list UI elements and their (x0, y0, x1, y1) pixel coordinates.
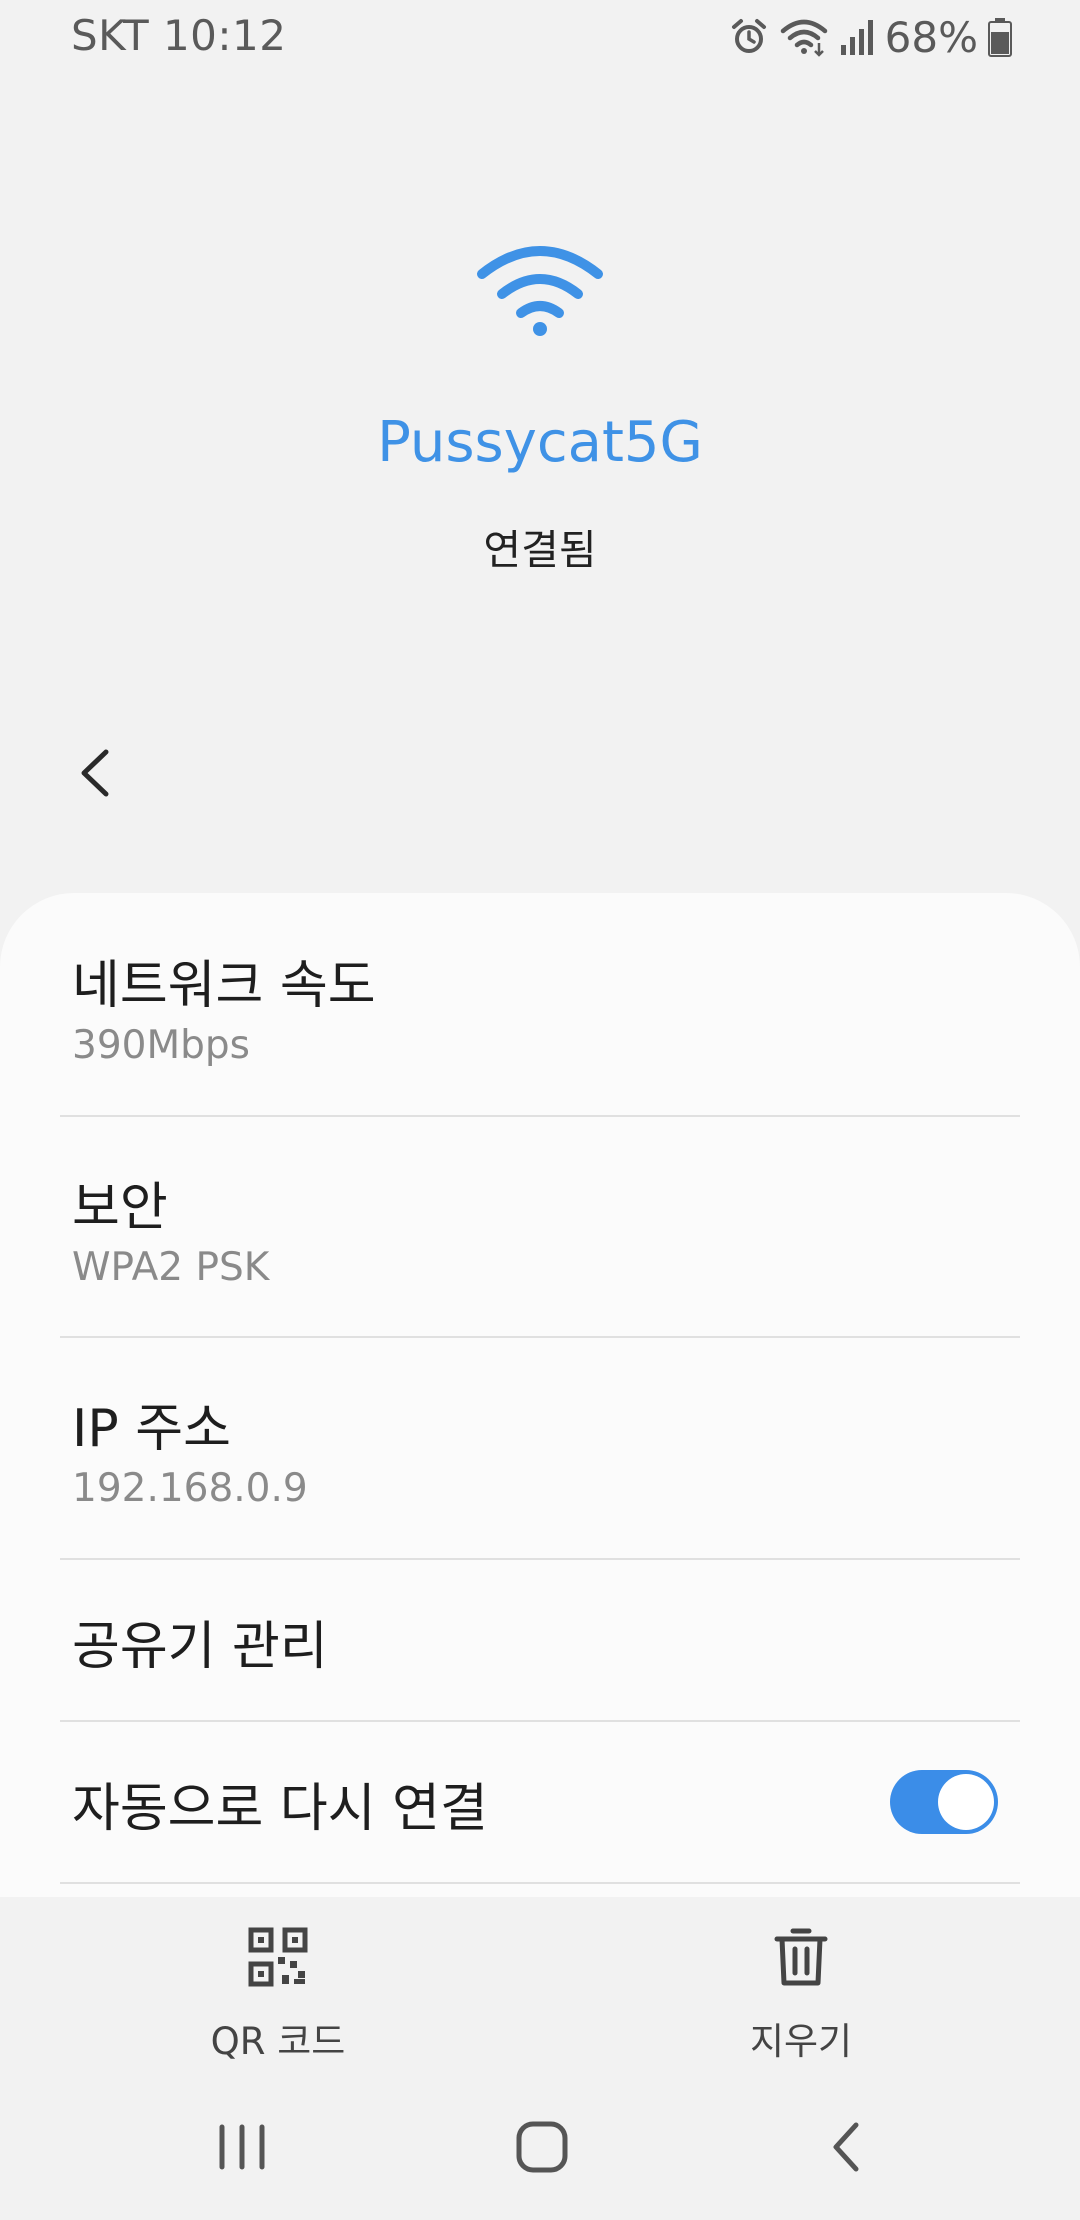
ip-address-value: 192.168.0.9 (72, 1466, 308, 1511)
auto-reconnect-label: 자동으로 다시 연결 (72, 1779, 488, 1839)
qr-code-label: QR 코드 (210, 2020, 346, 2063)
qr-code-button[interactable]: QR 코드 (148, 1927, 408, 2063)
home-icon[interactable] (502, 2107, 582, 2187)
router-manage-row[interactable]: 공유기 관리 (0, 1560, 1080, 1720)
network-speed-row: 네트워크 속도 390Mbps (0, 893, 1080, 1115)
chevron-left-icon[interactable] (66, 738, 126, 808)
delete-label: 지우기 (749, 2020, 853, 2063)
alarm-icon (731, 19, 766, 53)
wifi-icon (477, 246, 603, 336)
qr-code-icon (248, 1927, 308, 1987)
status-bar: SKT 10:12 68% (0, 0, 1080, 72)
auto-reconnect-toggle[interactable] (890, 1770, 998, 1834)
ip-address-label: IP 주소 (72, 1399, 231, 1459)
network-speed-value: 390Mbps (72, 1023, 250, 1068)
network-name: Pussycat5G (377, 410, 703, 475)
carrier-time: SKT 10:12 (71, 11, 287, 60)
toggle-knob (938, 1774, 994, 1830)
recent-apps-icon[interactable] (202, 2107, 282, 2187)
bottom-action-bar: QR 코드 지우기 (0, 1897, 1080, 2077)
wifi-icon (780, 19, 827, 57)
connection-status: 연결됨 (483, 526, 597, 574)
trash-icon (774, 1928, 828, 1986)
ip-address-row: IP 주소 192.168.0.9 (0, 1338, 1080, 1558)
back-icon[interactable] (806, 2107, 886, 2187)
status-icons: 68% (729, 11, 1012, 63)
security-label: 보안 (72, 1178, 168, 1238)
battery-icon (988, 18, 1012, 57)
wifi-details-screen: SKT 10:12 68% Pussycat5G 연결됨 네트워크 속도 390… (0, 0, 1080, 2220)
details-card: 네트워크 속도 390Mbps 보안 WPA2 PSK IP 주소 192.16… (0, 893, 1080, 1897)
delete-button[interactable]: 지우기 (671, 1927, 931, 2063)
signal-icon (840, 20, 873, 55)
divider (60, 1882, 1020, 1884)
router-manage-label: 공유기 관리 (72, 1617, 328, 1677)
auto-reconnect-row: 자동으로 다시 연결 (0, 1722, 1080, 1882)
network-speed-label: 네트워크 속도 (72, 956, 376, 1016)
security-row: 보안 WPA2 PSK (0, 1117, 1080, 1337)
system-nav-bar (0, 2077, 1080, 2220)
battery-percentage: 68% (884, 12, 978, 62)
security-value: WPA2 PSK (72, 1245, 270, 1290)
